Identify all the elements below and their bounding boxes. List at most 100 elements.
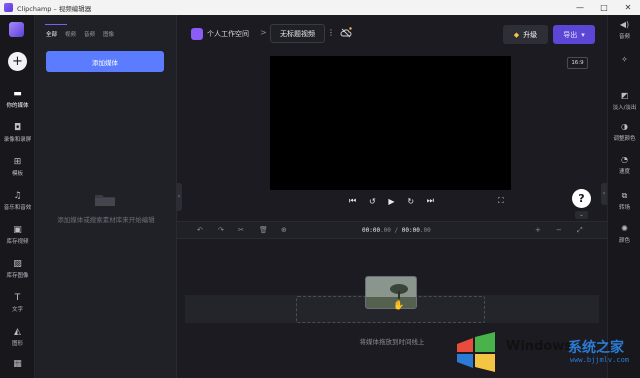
video-icon: ▣ (13, 225, 22, 235)
rail-item-fade[interactable]: ◩ 淡入/淡出 (608, 91, 640, 111)
tab-video[interactable]: 视频 (65, 30, 76, 38)
rail-item-stock-images[interactable]: ▨ 库存图像 (0, 259, 35, 279)
upgrade-button[interactable]: ◆ 升级 (503, 25, 548, 44)
text-icon: T (14, 293, 21, 303)
rail-item-label: 模板 (11, 171, 23, 177)
play-icon[interactable]: ▶ (388, 197, 394, 206)
watermark-brand: Windows (506, 339, 573, 354)
rail-item-label: 库存视频 (6, 239, 29, 245)
tree-landscape-image (366, 277, 416, 308)
transition-icon: ⧉ (621, 191, 628, 200)
rail-item-colors[interactable]: ✺ 颜色 (608, 224, 640, 244)
skip-forward-icon[interactable]: ⏭ (427, 196, 434, 206)
editor-top-bar: 个人工作空间 > 无标题视频 ⋮ ◆ 升级 导出 ▾ (177, 15, 607, 54)
help-button[interactable]: ? (572, 189, 591, 208)
rewind-5s-icon[interactable]: ↺ (369, 197, 376, 206)
rail-item-templates[interactable]: ⊞ 模板 (0, 157, 35, 177)
rail-item-your-media[interactable]: ▬ 你的媒体 (0, 89, 35, 109)
rail-item-music[interactable]: ♫ 音乐和音效 (0, 191, 35, 211)
collapse-media-panel-button[interactable]: ‹ (176, 183, 182, 211)
rail-item-label: 图形 (11, 341, 23, 347)
forward-5s-icon[interactable]: ↻ (407, 197, 414, 206)
grab-cursor-icon: ✋ (393, 301, 405, 311)
rail-item-audio[interactable]: ◀) 音频 (608, 20, 640, 40)
rail-item-color-adjust[interactable]: ◑ 调整颜色 (608, 122, 640, 142)
more-options-icon[interactable]: ⋮ (327, 28, 335, 37)
delete-icon[interactable]: 🗑 (259, 226, 268, 234)
rail-item-record[interactable]: ◘ 录像和录屏 (0, 123, 35, 143)
redo-icon[interactable]: ↷ (218, 226, 224, 234)
collapse-preview-chevron-icon[interactable]: ⌄ (575, 211, 588, 219)
workspace-breadcrumb[interactable]: 个人工作空间 (207, 29, 249, 39)
palette-icon: ✺ (621, 224, 628, 233)
tab-active-indicator (45, 24, 67, 25)
diamond-icon: ◆ (513, 30, 520, 39)
rail-item-label: 录像和录屏 (3, 137, 32, 143)
current-time: 00:00 (362, 227, 381, 234)
zoom-in-icon[interactable]: + (535, 226, 541, 234)
site-watermark: Windows 系统之家 www.bjjmlv.com (446, 328, 640, 378)
zoom-out-icon[interactable]: − (556, 226, 562, 234)
dragged-media-thumbnail[interactable] (365, 276, 417, 309)
rail-item-label: 你的媒体 (6, 103, 29, 109)
timeline-toolbar: ↶ ↷ ✂ 🗑 ⊕ 00:00.00 / 00:00.00 + − ⤢ (177, 221, 607, 239)
empty-folder-icon (95, 195, 115, 206)
undo-icon[interactable]: ↶ (197, 226, 203, 234)
time-separator: / (394, 227, 399, 234)
rail-item-label: 速度 (618, 169, 630, 175)
cloud-sync-off-icon[interactable] (340, 27, 352, 39)
watermark-tagline: 系统之家 (568, 340, 624, 356)
skip-back-icon[interactable]: ⏮ (349, 196, 356, 206)
current-time-fraction: .00 (380, 227, 391, 234)
color-adjust-icon: ◑ (621, 122, 628, 131)
breadcrumb-separator: > (260, 28, 267, 37)
speed-icon: ◔ (621, 155, 628, 164)
rail-item-transition[interactable]: ⧉ 转场 (608, 191, 640, 211)
total-time: 00:00 (401, 227, 420, 234)
fade-icon: ◩ (620, 91, 629, 100)
video-preview-canvas[interactable] (270, 56, 511, 190)
add-media-button[interactable]: 添加媒体 (46, 51, 164, 72)
window-title: Clipchamp – 视频编辑器 (17, 4, 92, 13)
tab-audio[interactable]: 音频 (84, 30, 95, 38)
rail-item-label: 文字 (11, 307, 23, 313)
duplicate-icon[interactable]: ⊕ (281, 226, 287, 234)
media-empty-state-text: 添加媒体或搜索素材库来开始编辑 (57, 216, 155, 224)
timecode-display: 00:00.00 / 00:00.00 (362, 227, 431, 234)
add-button[interactable]: + (8, 52, 27, 71)
rail-item-magic[interactable]: ✧ (608, 55, 640, 65)
media-panel: 全部 视频 音频 图像 添加媒体 添加媒体或搜索素材库来开始编辑 (35, 15, 177, 378)
minimize-button[interactable]: — (568, 0, 592, 15)
export-label: 导出 (563, 30, 578, 39)
rail-item-label: 音频 (618, 34, 630, 40)
tab-images[interactable]: 图像 (103, 30, 114, 38)
tab-all[interactable]: 全部 (46, 30, 57, 38)
magic-icon: ✧ (621, 55, 628, 64)
rail-item-text[interactable]: T 文字 (0, 293, 35, 313)
rail-item-stock-video[interactable]: ▣ 库存视频 (0, 225, 35, 245)
rail-item-label: 库存图像 (6, 273, 29, 279)
split-icon[interactable]: ✂ (238, 226, 244, 234)
camera-icon: ◘ (13, 123, 22, 133)
export-button[interactable]: 导出 ▾ (553, 25, 595, 44)
aspect-ratio-button[interactable]: 16:9 (567, 57, 588, 69)
rail-item-graphics[interactable]: ◭ 图形 (0, 327, 35, 347)
playback-controls: ⏮ ↺ ▶ ↻ ⏭ (349, 195, 434, 207)
rail-item-speed[interactable]: ◔ 速度 (608, 155, 640, 175)
rail-item-label: 颜色 (618, 238, 630, 244)
fit-timeline-icon[interactable]: ⤢ (577, 226, 583, 235)
workspace-icon (191, 28, 203, 40)
clipchamp-logo (9, 22, 24, 37)
watermark-url: www.bjjmlv.com (570, 356, 630, 364)
rail-item-label: 淡入/淡出 (612, 105, 637, 111)
left-nav-rail: + ▬ 你的媒体 ◘ 录像和录屏 ⊞ 模板 ♫ 音乐和音效 ▣ 库存视频 ▨ 库… (0, 15, 35, 378)
rail-item-brand-kit[interactable]: ▦ (0, 359, 35, 369)
fullscreen-icon[interactable]: ⛶ (498, 196, 504, 206)
close-button[interactable]: ✕ (616, 0, 640, 15)
properties-rail: ◀) 音频 ✧ ◩ 淡入/淡出 ◑ 调整颜色 ◔ 速度 ⧉ 转场 ✺ 颜色 (607, 15, 640, 378)
clipchamp-app-icon (4, 3, 13, 12)
video-title-field[interactable]: 无标题视频 (270, 24, 325, 43)
template-icon: ⊞ (13, 157, 22, 167)
maximize-button[interactable]: □ (592, 0, 616, 15)
music-icon: ♫ (13, 191, 22, 201)
